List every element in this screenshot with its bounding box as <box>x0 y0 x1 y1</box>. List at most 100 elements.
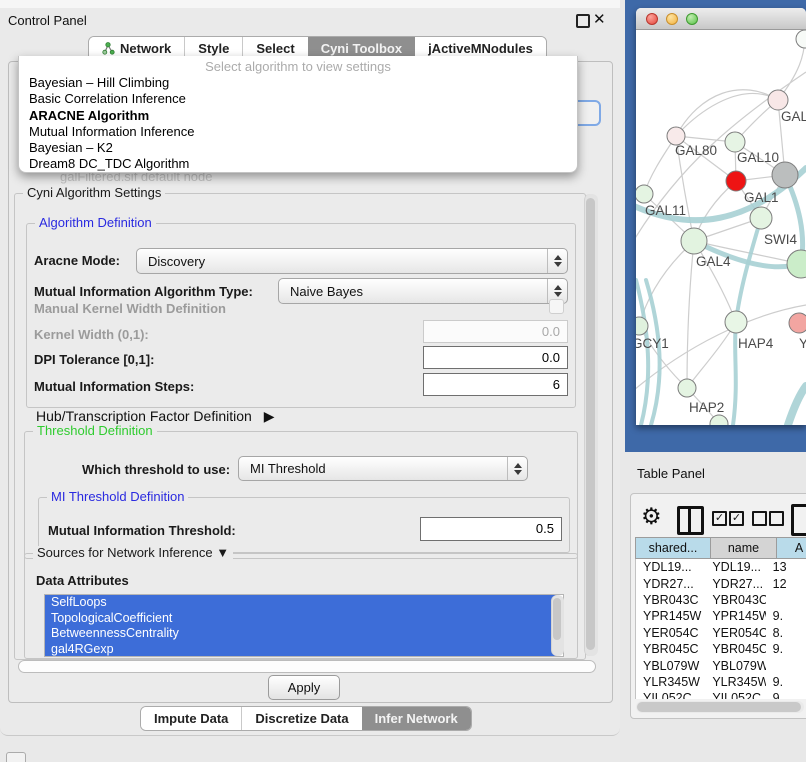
network-node[interactable] <box>772 162 798 188</box>
network-node[interactable] <box>789 313 806 333</box>
node-label-hap2: HAP2 <box>689 400 724 415</box>
threshold-definition-title: Threshold Definition <box>33 424 157 438</box>
close-panel-icon[interactable]: ✕ <box>593 10 606 28</box>
network-canvas[interactable]: GALGAL80GAL10GAL1GAL11SWI4GAL4GCY1HAP4YH… <box>636 30 806 425</box>
table-row[interactable]: YDL19...YDL19...13 <box>636 559 806 575</box>
column-header-a[interactable]: A <box>777 537 806 559</box>
network-edge[interactable] <box>644 136 676 194</box>
table-row[interactable]: YBR043CYBR043C <box>636 592 806 608</box>
network-node[interactable] <box>725 132 745 152</box>
attribute-item-betweennesscentrality[interactable]: BetweennessCentrality <box>45 626 557 642</box>
algorithm-option-bayesian-k2[interactable]: Bayesian – K2 <box>19 140 577 156</box>
which-threshold-combo[interactable]: MI Threshold <box>238 456 528 481</box>
algorithm-option-aracne-algorithm[interactable]: ARACNE Algorithm <box>19 108 577 124</box>
checked-checkbox-icon[interactable]: ✓ <box>712 511 727 526</box>
network-node[interactable] <box>796 30 806 48</box>
data-attributes-list[interactable]: SelfLoopsTopologicalCoefficientBetweenne… <box>44 594 564 657</box>
collapse-down-arrow-icon[interactable]: ▼ <box>216 545 229 560</box>
network-edge[interactable] <box>687 241 694 388</box>
network-node[interactable] <box>750 207 772 229</box>
which-threshold-label: Which threshold to use: <box>82 462 230 477</box>
settings-horizontal-scrollbar[interactable] <box>18 660 596 673</box>
zoom-window-icon[interactable] <box>686 13 698 25</box>
network-edge-highlighted[interactable] <box>788 386 806 425</box>
aracne-mode-combo[interactable]: Discovery <box>136 248 568 274</box>
algorithm-dropdown-popup: Select algorithm to view settingsBayesia… <box>18 56 578 173</box>
table-cell: 9. <box>766 609 806 623</box>
network-node[interactable] <box>768 90 788 110</box>
network-node[interactable] <box>678 379 696 397</box>
table-cell: 12 <box>766 577 806 591</box>
table-cell: YDL19... <box>636 560 705 574</box>
checked-checkbox-icon[interactable]: ✓ <box>729 511 744 526</box>
algorithm-definition-title: Algorithm Definition <box>35 216 156 230</box>
attribute-item-selfloops[interactable]: SelfLoops <box>45 595 557 611</box>
unchecked-checkbox-icon[interactable] <box>752 511 767 526</box>
table-cell: YDR27... <box>636 577 705 591</box>
attribute-item-gal4rgexp[interactable]: gal4RGexp <box>45 642 557 657</box>
dpi-tolerance-field[interactable]: 0.0 <box>423 346 568 369</box>
stepper-arrows-icon <box>547 249 567 273</box>
algorithm-option-dream8-dc-tdc-algorithm[interactable]: Dream8 DC_TDC Algorithm <box>19 156 577 172</box>
which-threshold-value: MI Threshold <box>239 461 507 476</box>
attribute-item-topologicalcoefficient[interactable]: TopologicalCoefficient <box>45 611 557 627</box>
tab-label: Network <box>120 41 171 56</box>
gear-icon[interactable]: ⚙ <box>641 503 662 529</box>
mi-type-label: Mutual Information Algorithm Type: <box>34 284 253 299</box>
table-cell: YBR045C <box>705 642 765 656</box>
table-cell: YIL052C <box>705 691 765 699</box>
algorithm-option-basic-correlation-inference[interactable]: Basic Correlation Inference <box>19 91 577 107</box>
table-row[interactable]: YLR345WYLR345W9. <box>636 674 806 690</box>
algorithm-option-bayesian-hill-climbing[interactable]: Bayesian – Hill Climbing <box>19 75 577 91</box>
column-header-name[interactable]: name <box>711 537 777 559</box>
table-row[interactable]: YER054CYER054C8. <box>636 625 806 641</box>
node-label-gal4: GAL4 <box>696 254 731 269</box>
unchecked-checkbox-icon[interactable] <box>769 511 784 526</box>
table-row[interactable]: YBR045CYBR045C9. <box>636 641 806 657</box>
attributes-list-scrollbar-thumb[interactable] <box>553 598 561 640</box>
table-cell: YBL079W <box>636 659 705 673</box>
table-cell: YPR145W <box>705 609 765 623</box>
kernel-width-field[interactable]: 0.0 <box>423 320 568 343</box>
minimized-panel-button[interactable] <box>6 752 26 762</box>
node-label-gcy1: GCY1 <box>636 336 669 351</box>
table-cell: YLR345W <box>636 675 705 689</box>
stepper-arrows-icon <box>507 457 527 480</box>
new-table-icon[interactable] <box>791 504 806 536</box>
network-node[interactable] <box>681 228 707 254</box>
table-cell: YBR045C <box>636 642 705 656</box>
column-header-shared[interactable]: shared... <box>635 537 711 559</box>
minimize-window-icon[interactable] <box>666 13 678 25</box>
table-cell: YBR043C <box>636 593 705 607</box>
network-node[interactable] <box>787 250 806 278</box>
column-layout-icon[interactable] <box>677 506 704 535</box>
network-window-titlebar[interactable] <box>636 8 806 30</box>
tab-discretize-data[interactable]: Discretize Data <box>242 707 361 730</box>
network-edge[interactable] <box>687 322 736 388</box>
apply-button[interactable]: Apply <box>268 675 340 700</box>
table-row[interactable]: YIL052CYIL052C9 <box>636 690 806 699</box>
mi-type-combo[interactable]: Naive Bayes <box>278 278 568 304</box>
table-row[interactable]: YPR145WYPR145W9. <box>636 608 806 624</box>
tab-impute-data[interactable]: Impute Data <box>141 707 242 730</box>
algorithm-option-mutual-information-inference[interactable]: Mutual Information Inference <box>19 124 577 140</box>
node-label-gal80: GAL80 <box>675 143 717 158</box>
table-row[interactable]: YDR27...YDR27...12 <box>636 575 806 591</box>
algorithm-popup-placeholder: Select algorithm to view settings <box>19 59 577 75</box>
manual-kernel-checkbox[interactable] <box>549 299 564 314</box>
expander-right-arrow-icon[interactable]: ▶ <box>264 408 275 424</box>
manual-kernel-label: Manual Kernel Width Definition <box>34 301 226 316</box>
mi-threshold-field[interactable]: 0.5 <box>420 517 562 541</box>
network-node[interactable] <box>725 311 747 333</box>
close-window-icon[interactable] <box>646 13 658 25</box>
float-panel-icon[interactable] <box>576 14 590 28</box>
mi-steps-field[interactable]: 6 <box>423 373 568 396</box>
network-edge[interactable] <box>676 90 778 136</box>
table-horizontal-scrollbar-thumb[interactable] <box>637 702 801 712</box>
tab-infer-network[interactable]: Infer Network <box>362 707 471 730</box>
network-node[interactable] <box>636 185 653 203</box>
network-edge-highlighted[interactable] <box>636 280 648 425</box>
table-row[interactable]: YBL079WYBL079W <box>636 657 806 673</box>
settings-vertical-scrollbar-thumb[interactable] <box>586 198 595 650</box>
network-node[interactable] <box>726 171 746 191</box>
